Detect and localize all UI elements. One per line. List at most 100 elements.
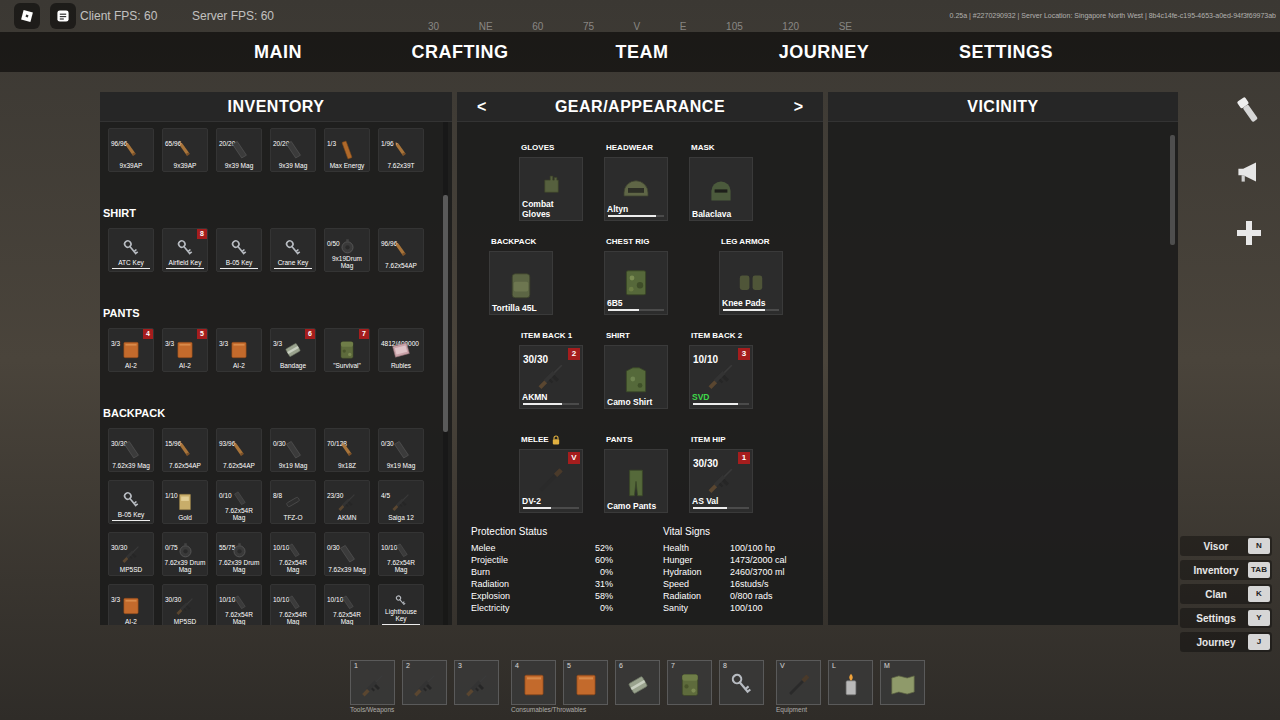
hotkey-badge: 1	[738, 452, 750, 464]
gear-slot[interactable]: DV-2V	[519, 449, 583, 513]
inventory-slot[interactable]: B-05 Key	[216, 228, 262, 272]
inventory-slot[interactable]: 3/3Bandage6	[270, 328, 316, 372]
inventory-slot[interactable]: 4/5Saiga 12	[378, 480, 424, 524]
slot-count-row	[720, 252, 782, 266]
inventory-slot[interactable]: 3/3AI-2	[108, 584, 154, 625]
inventory-slot[interactable]: 10/107.62x54R Mag	[378, 532, 424, 576]
inventory-slot[interactable]: 1/3Max Energy	[324, 128, 370, 172]
gear-slot[interactable]: 30/30AKMN2	[519, 345, 583, 409]
gear-slot[interactable]: Balaclava	[689, 157, 753, 221]
compass-mark: NE	[479, 21, 493, 32]
hotbar-slot[interactable]: 5	[563, 660, 608, 705]
rifle-icon	[705, 360, 737, 392]
keybind-row[interactable]: JourneyJ	[1180, 632, 1272, 652]
gear-slot-column: BACKPACKTortilla 45L	[489, 236, 553, 315]
inventory-slot[interactable]: 20/209x39 Mag	[270, 128, 316, 172]
inventory-slot[interactable]: 0/309x19 Mag	[270, 428, 316, 472]
inventory-slot[interactable]: 3/3AI-2	[216, 328, 262, 372]
hotbar-slot[interactable]: 4	[511, 660, 556, 705]
inventory-slot[interactable]: 15/967.62x54AP	[162, 428, 208, 472]
nav-tab[interactable]: TEAM	[551, 32, 733, 72]
inventory-slot[interactable]: ATC Key	[108, 228, 154, 272]
hotbar-slot[interactable]: L	[828, 660, 873, 705]
nav-tab[interactable]: JOURNEY	[733, 32, 915, 72]
hotbar-slot[interactable]: V	[776, 660, 821, 705]
inventory-slot[interactable]: 0/757.62x39 Drum Mag	[162, 532, 208, 576]
keybind-row[interactable]: InventoryTAB	[1180, 560, 1272, 580]
inventory-slot[interactable]: 30/30MP5SD	[108, 532, 154, 576]
inventory-slot[interactable]: Airfield Key8	[162, 228, 208, 272]
hotbar-slot[interactable]: 6	[615, 660, 660, 705]
gear-slot[interactable]: Combat Gloves	[519, 157, 583, 221]
prev-button[interactable]: <	[477, 95, 486, 119]
gear-slot[interactable]: 10/10SVD3	[689, 345, 753, 409]
inventory-slot[interactable]: 0/307.62x39 Mag	[324, 532, 370, 576]
gear-slot[interactable]: Knee Pads	[719, 251, 783, 315]
inventory-slot[interactable]: 8/8TFZ-O	[270, 480, 316, 524]
plus-icon[interactable]	[1234, 218, 1264, 248]
next-button[interactable]: >	[794, 95, 803, 119]
gear-slot-column: GLOVESCombat Gloves	[519, 142, 583, 221]
inventory-slot[interactable]: 23/30AKMN	[324, 480, 370, 524]
slot-count-row: 20/20	[217, 129, 261, 138]
inventory-slot[interactable]: "Survival"7	[324, 328, 370, 372]
gear-slot[interactable]: Tortilla 45L	[489, 251, 553, 315]
inventory-slot[interactable]: 93/967.62x54AP	[216, 428, 262, 472]
hotbar-slot[interactable]: 3	[454, 660, 499, 705]
inventory-slot[interactable]: 65/969x39AP	[162, 128, 208, 172]
inventory-slot[interactable]: 55/757.62x39 Drum Mag	[216, 532, 262, 576]
hotbar-slot[interactable]: M	[880, 660, 925, 705]
inventory-slot[interactable]: 30/30MP5SD	[162, 584, 208, 625]
durability-track	[220, 268, 258, 269]
scrollbar[interactable]	[443, 122, 448, 625]
gear-slot-column: MELEEDV-2V	[519, 434, 583, 513]
slot-key: 7	[671, 662, 675, 670]
flashlight-icon[interactable]	[1232, 94, 1264, 126]
keybind-row[interactable]: SettingsY	[1180, 608, 1272, 628]
inventory-slot[interactable]: 3/3AI-24	[108, 328, 154, 372]
stat-label: Health	[663, 542, 730, 554]
inventory-slot[interactable]: 1/10Gold	[162, 480, 208, 524]
inventory-slot[interactable]: 10/107.62x54R Mag	[216, 584, 262, 625]
inventory-slot[interactable]: 70/1289x18Z	[324, 428, 370, 472]
inventory-slot[interactable]: 3/3AI-25	[162, 328, 208, 372]
chat-icon[interactable]	[50, 3, 76, 29]
inventory-slot[interactable]: 10/107.62x54R Mag	[324, 584, 370, 625]
inventory-slot[interactable]: 1/967.62x39T	[378, 128, 424, 172]
scrollbar-thumb[interactable]	[1170, 135, 1175, 245]
nav-tab[interactable]: MAIN	[187, 32, 369, 72]
inventory-slot[interactable]: 30/307.62x39 Mag	[108, 428, 154, 472]
gear-slot[interactable]: 30/30AS Val1	[689, 449, 753, 513]
scrollbar-thumb[interactable]	[443, 195, 448, 432]
gear-slot[interactable]: Altyn	[604, 157, 668, 221]
inventory-slot[interactable]: Crane Key	[270, 228, 316, 272]
hotbar-slot[interactable]: 8	[719, 660, 764, 705]
inventory-slot[interactable]: 0/509x19Drum Mag	[324, 228, 370, 272]
nav-tab[interactable]: CRAFTING	[369, 32, 551, 72]
hotbar-slot[interactable]: 2	[402, 660, 447, 705]
hotbar-slot[interactable]: 7	[667, 660, 712, 705]
inventory-slot[interactable]: 10/107.62x54R Mag	[270, 532, 316, 576]
inventory-slot[interactable]: B-05 Key	[108, 480, 154, 524]
inventory-slot[interactable]: 4812/400000Rubles	[378, 328, 424, 372]
gear-slot[interactable]: Camo Pants	[604, 449, 668, 513]
hotbar-slot[interactable]: 1	[350, 660, 395, 705]
vital-row: Radiation0/800 rads	[663, 590, 808, 602]
inventory-slot[interactable]: 96/969x39AP	[108, 128, 154, 172]
inventory-section: BACKPACK30/307.62x39 Mag15/967.62x54AP93…	[103, 405, 442, 625]
inventory-slot[interactable]: 10/107.62x54R Mag	[270, 584, 316, 625]
inventory-slot[interactable]: 0/107.62x54R Mag	[216, 480, 262, 524]
inventory-slot[interactable]: 96/967.62x54AP	[378, 228, 424, 272]
inventory-slot[interactable]: 20/209x39 Mag	[216, 128, 262, 172]
gear-slot[interactable]: 6B5	[604, 251, 668, 315]
slot-icon-area	[605, 464, 667, 501]
roblox-menu-icon[interactable]	[14, 3, 40, 29]
megaphone-icon[interactable]	[1232, 156, 1264, 188]
shirt-icon	[620, 363, 652, 395]
inventory-slot[interactable]: Lighthouse Key	[378, 584, 424, 625]
keybind-row[interactable]: VisorN	[1180, 536, 1272, 556]
keybind-row[interactable]: ClanK	[1180, 584, 1272, 604]
nav-tab[interactable]: SETTINGS	[915, 32, 1097, 72]
gear-slot[interactable]: Camo Shirt	[604, 345, 668, 409]
inventory-slot[interactable]: 0/309x19 Mag	[378, 428, 424, 472]
